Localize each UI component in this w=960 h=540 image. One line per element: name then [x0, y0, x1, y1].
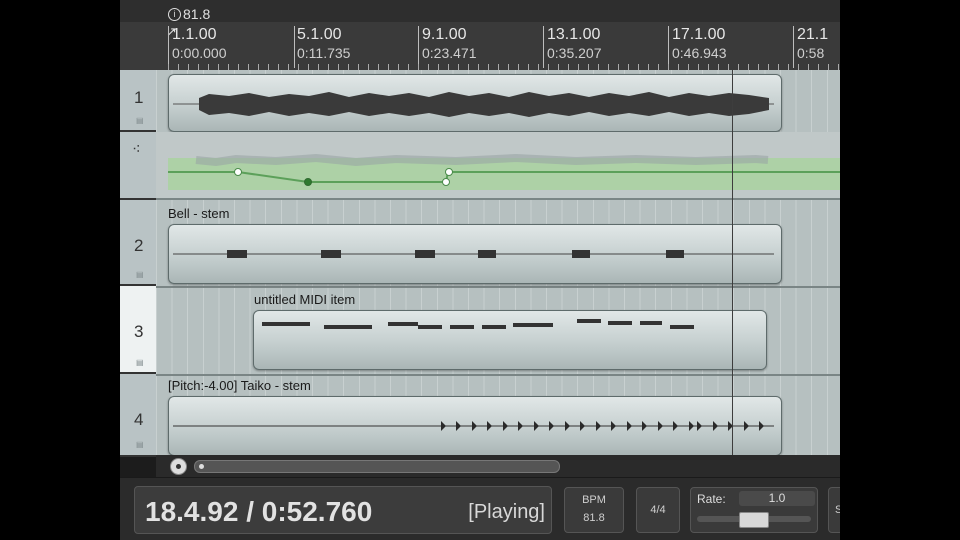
ruler-mark-bar: 9.1.00 — [422, 26, 467, 43]
track-header-1[interactable]: 1 ▤ — [120, 70, 156, 132]
track-io-icon: ▤ — [136, 270, 144, 279]
rate-value[interactable]: 1.0 — [739, 491, 815, 506]
ruler-mark-time: 0:58 — [797, 45, 825, 61]
item-name: Bell - stem — [168, 206, 230, 221]
ruler-mark-bar: 1.1.00 — [172, 26, 217, 43]
ruler-line — [668, 26, 669, 68]
rate-slider-handle[interactable] — [739, 512, 769, 528]
envelope-points-icon[interactable]: ⁖ — [132, 140, 141, 158]
ruler-line — [168, 26, 169, 68]
scroll-home-icon[interactable] — [170, 458, 187, 475]
play-state: [Playing] — [468, 501, 545, 523]
audio-item-track-2[interactable] — [168, 224, 782, 284]
horizontal-scrollbar[interactable] — [156, 455, 840, 477]
track-lane-2: Bell - stem — [156, 200, 840, 288]
bpm-button[interactable]: BPM 81.8 — [564, 487, 624, 533]
ruler-mark: 9.1.00 0:23.471 — [422, 26, 477, 62]
envelope-point[interactable] — [445, 168, 453, 176]
ruler-mark-bar: 17.1.00 — [672, 26, 726, 43]
ruler-mark-bar: 21.1 — [797, 26, 829, 43]
midi-item-track-3[interactable] — [253, 310, 767, 370]
track-header-2[interactable]: 2 ▤ — [120, 200, 156, 286]
rate-label: Rate: — [697, 492, 726, 506]
position-readout: 18.4.92 / 0:52.760 — [145, 496, 373, 527]
track-io-icon: ▤ — [136, 440, 144, 449]
edge-button-label: S — [835, 504, 840, 516]
daw-window: i 81.8 ↗ 1.1.00 0:00.000 5.1.00 0:11.735… — [120, 0, 840, 540]
audio-item-track-4[interactable] — [168, 396, 782, 456]
envelope-point[interactable] — [442, 178, 450, 186]
bpm-value: 81.8 — [583, 512, 605, 524]
waveform — [173, 421, 774, 431]
envelope-lane — [156, 132, 840, 200]
tempo-marker-icon: i — [168, 7, 181, 21]
ruler-line — [793, 26, 794, 68]
edge-button[interactable]: S — [828, 487, 840, 533]
ruler-line — [294, 26, 295, 68]
ruler-mark: 21.1 0:58 — [797, 26, 828, 62]
audio-item-track-1[interactable] — [168, 74, 782, 132]
envelope-point[interactable] — [304, 178, 312, 186]
envelope-lane-header[interactable]: ⁖ — [120, 132, 156, 200]
track-header-4[interactable]: 4 ▤ — [120, 374, 156, 457]
time-signature-value: 4/4 — [650, 504, 666, 516]
ruler-mark-time: 0:00.000 — [172, 45, 227, 61]
ruler-mark-time: 0:35.207 — [547, 45, 602, 61]
ruler-mark-time: 0:46.943 — [672, 45, 727, 61]
track-lane-3: untitled MIDI item — [156, 286, 840, 376]
envelope-point[interactable] — [234, 168, 242, 176]
ruler-mark-time: 0:23.471 — [422, 45, 477, 61]
ruler-mark-bar: 5.1.00 — [297, 26, 342, 43]
track-number: 3 — [134, 322, 144, 341]
playrate-control: Rate: 1.0 — [690, 487, 818, 533]
tempo-marker[interactable]: i 81.8 — [168, 6, 210, 22]
ruler-mark-bar: 13.1.00 — [547, 26, 601, 43]
ruler-mark-time: 0:11.735 — [297, 45, 351, 61]
midi-notes — [262, 319, 694, 329]
waveform — [173, 92, 774, 117]
track-number: 4 — [134, 410, 144, 429]
tempo-marker-value: 81.8 — [183, 6, 211, 22]
time-display[interactable]: 18.4.92 / 0:52.760 [Playing] — [134, 486, 552, 534]
track-io-icon: ▤ — [136, 358, 144, 367]
track-lane-1 — [156, 70, 840, 134]
track-lane-4: [Pitch:-4.00] Taiko - stem — [156, 374, 840, 456]
item-name: [Pitch:-4.00] Taiko - stem — [168, 378, 311, 393]
bpm-label: BPM — [582, 494, 606, 506]
ruler-mark: 1.1.00 0:00.000 — [172, 26, 227, 62]
track-header-3[interactable]: 3 ▤ — [120, 286, 156, 374]
ruler-mark: 13.1.00 0:35.207 — [547, 26, 602, 62]
waveform — [173, 250, 774, 258]
ruler-mark: 17.1.00 0:46.943 — [672, 26, 727, 62]
ruler-line — [543, 26, 544, 68]
envelope-curve[interactable] — [156, 132, 840, 198]
track-control-panel: 1 ▤ ⁖ 2 ▤ 3 ▤ 4 ▤ — [120, 70, 156, 457]
play-cursor — [732, 70, 733, 455]
track-io-icon: ▤ — [136, 116, 144, 125]
marker-lane — [120, 0, 840, 22]
track-number: 1 — [134, 88, 144, 107]
timeline-ruler[interactable]: i 81.8 ↗ 1.1.00 0:00.000 5.1.00 0:11.735… — [120, 0, 840, 70]
scroll-track[interactable] — [194, 460, 560, 473]
ruler-line — [418, 26, 419, 68]
time-signature-button[interactable]: 4/4 — [636, 487, 680, 533]
item-name: untitled MIDI item — [254, 292, 356, 307]
ruler-mark: 5.1.00 0:11.735 — [297, 26, 350, 62]
track-number: 2 — [134, 236, 144, 255]
transport-bar: 18.4.92 / 0:52.760 [Playing] BPM 81.8 4/… — [120, 477, 840, 540]
